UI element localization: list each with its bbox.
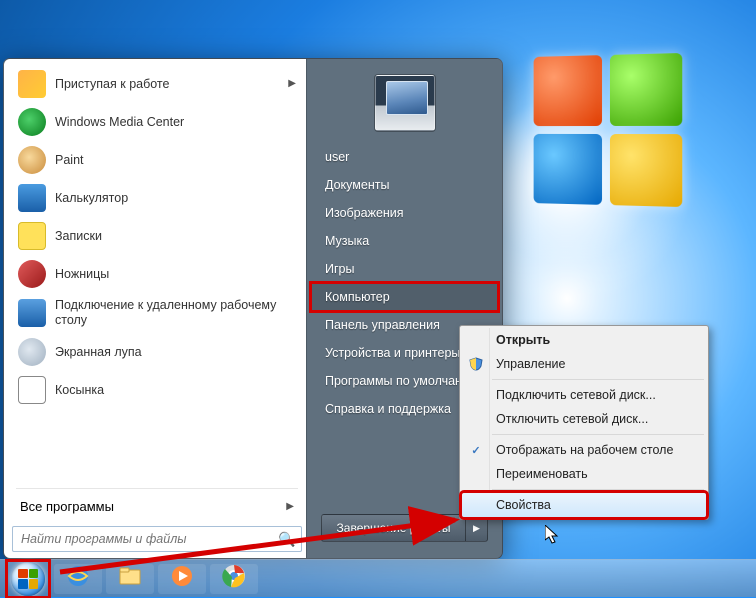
chevron-right-icon: ▶ (288, 78, 296, 90)
program-item-sticky-notes[interactable]: Записки (10, 217, 304, 255)
program-item-paint[interactable]: Paint (10, 141, 304, 179)
file-explorer-icon (117, 563, 143, 594)
program-label: Калькулятор (55, 191, 128, 206)
search-input[interactable] (13, 532, 273, 546)
context-menu-separator (492, 434, 704, 435)
mouse-cursor-icon (545, 525, 561, 550)
paint-icon (18, 146, 46, 174)
start-menu-left-pane: Приступая к работе ▶ Windows Media Center P… (4, 59, 306, 558)
pinned-programs-list: Приступая к работе ▶ Windows Media Center P… (10, 65, 304, 484)
computer-context-menu: Открыть Управление Подключить сетевой диск… (459, 325, 709, 520)
context-menu-item[interactable]: Управление (462, 352, 706, 376)
context-menu-label: Управление (496, 357, 566, 371)
shutdown-label: Завершение работы (337, 521, 451, 535)
magnifier-icon (18, 338, 46, 366)
search-icon: 🔍 (273, 531, 301, 548)
taskbar-item-file-explorer[interactable] (106, 564, 154, 594)
start-right-item[interactable]: Документы (311, 171, 498, 199)
calculator-icon (18, 184, 46, 212)
context-menu-item[interactable]: ✓ Отображать на рабочем столе (462, 438, 706, 462)
context-menu-label: Свойства (496, 498, 551, 512)
program-label: Приступая к работе (55, 77, 169, 92)
context-menu-separator (492, 489, 704, 490)
start-right-item[interactable]: user (311, 143, 498, 171)
program-item-magnifier[interactable]: Экранная лупа (10, 333, 304, 371)
context-menu-label: Открыть (496, 333, 550, 347)
taskbar-item-internet-explorer[interactable] (54, 564, 102, 594)
context-menu-separator (492, 379, 704, 380)
context-menu-item[interactable]: Открыть (462, 328, 706, 352)
program-label: Windows Media Center (55, 115, 184, 130)
windows-logo-decoration (534, 53, 683, 207)
context-menu-label: Отключить сетевой диск... (496, 412, 648, 426)
start-button[interactable] (6, 560, 50, 598)
taskbar-item-media-player[interactable] (158, 564, 206, 594)
shield-icon (468, 356, 484, 372)
program-label: Экранная лупа (55, 345, 142, 360)
context-menu-label: Отображать на рабочем столе (496, 443, 673, 457)
program-item-media-center[interactable]: Windows Media Center (10, 103, 304, 141)
context-menu-item[interactable]: Отключить сетевой диск... (462, 407, 706, 431)
program-label: Ножницы (55, 267, 109, 282)
program-label: Косынка (55, 383, 104, 398)
start-orb-icon (11, 562, 45, 596)
chrome-icon (221, 563, 247, 594)
remote-desktop-icon (18, 299, 46, 327)
user-picture-computer-icon[interactable] (375, 75, 435, 131)
solitaire-icon (18, 376, 46, 404)
taskbar (0, 559, 756, 597)
start-menu: Приступая к работе ▶ Windows Media Center P… (3, 58, 503, 559)
snipping-tool-icon (18, 260, 46, 288)
start-right-item[interactable]: Компьютер (311, 283, 498, 311)
taskbar-item-chrome[interactable] (210, 564, 258, 594)
context-menu-item[interactable]: Свойства (462, 493, 706, 517)
start-right-item[interactable]: Изображения (311, 199, 498, 227)
start-search-box[interactable]: 🔍 (12, 526, 302, 552)
shutdown-button[interactable]: Завершение работы (321, 514, 466, 542)
getting-started-icon (18, 70, 46, 98)
program-label: Записки (55, 229, 102, 244)
context-menu-item[interactable]: Подключить сетевой диск... (462, 383, 706, 407)
start-right-item[interactable]: Игры (311, 255, 498, 283)
program-label: Paint (55, 153, 84, 168)
context-menu-label: Переименовать (496, 467, 588, 481)
program-item-remote-desktop[interactable]: Подключение к удаленному рабочему столу (10, 293, 304, 333)
divider (16, 488, 298, 489)
media-center-icon (18, 108, 46, 136)
chevron-right-icon: ▶ (286, 501, 294, 512)
all-programs-label: Все программы (20, 499, 114, 514)
media-player-icon (169, 563, 195, 594)
start-right-item[interactable]: Музыка (311, 227, 498, 255)
program-item-getting-started[interactable]: Приступая к работе ▶ (10, 65, 304, 103)
context-menu-label: Подключить сетевой диск... (496, 388, 656, 402)
all-programs-button[interactable]: Все программы ▶ (10, 493, 304, 520)
program-item-solitaire[interactable]: Косынка (10, 371, 304, 409)
check-icon: ✓ (468, 442, 484, 458)
program-label: Подключение к удаленному рабочему столу (55, 298, 296, 328)
program-item-calculator[interactable]: Калькулятор (10, 179, 304, 217)
program-item-snipping-tool[interactable]: Ножницы (10, 255, 304, 293)
internet-explorer-icon (65, 563, 91, 594)
sticky-notes-icon (18, 222, 46, 250)
context-menu-item[interactable]: Переименовать (462, 462, 706, 486)
